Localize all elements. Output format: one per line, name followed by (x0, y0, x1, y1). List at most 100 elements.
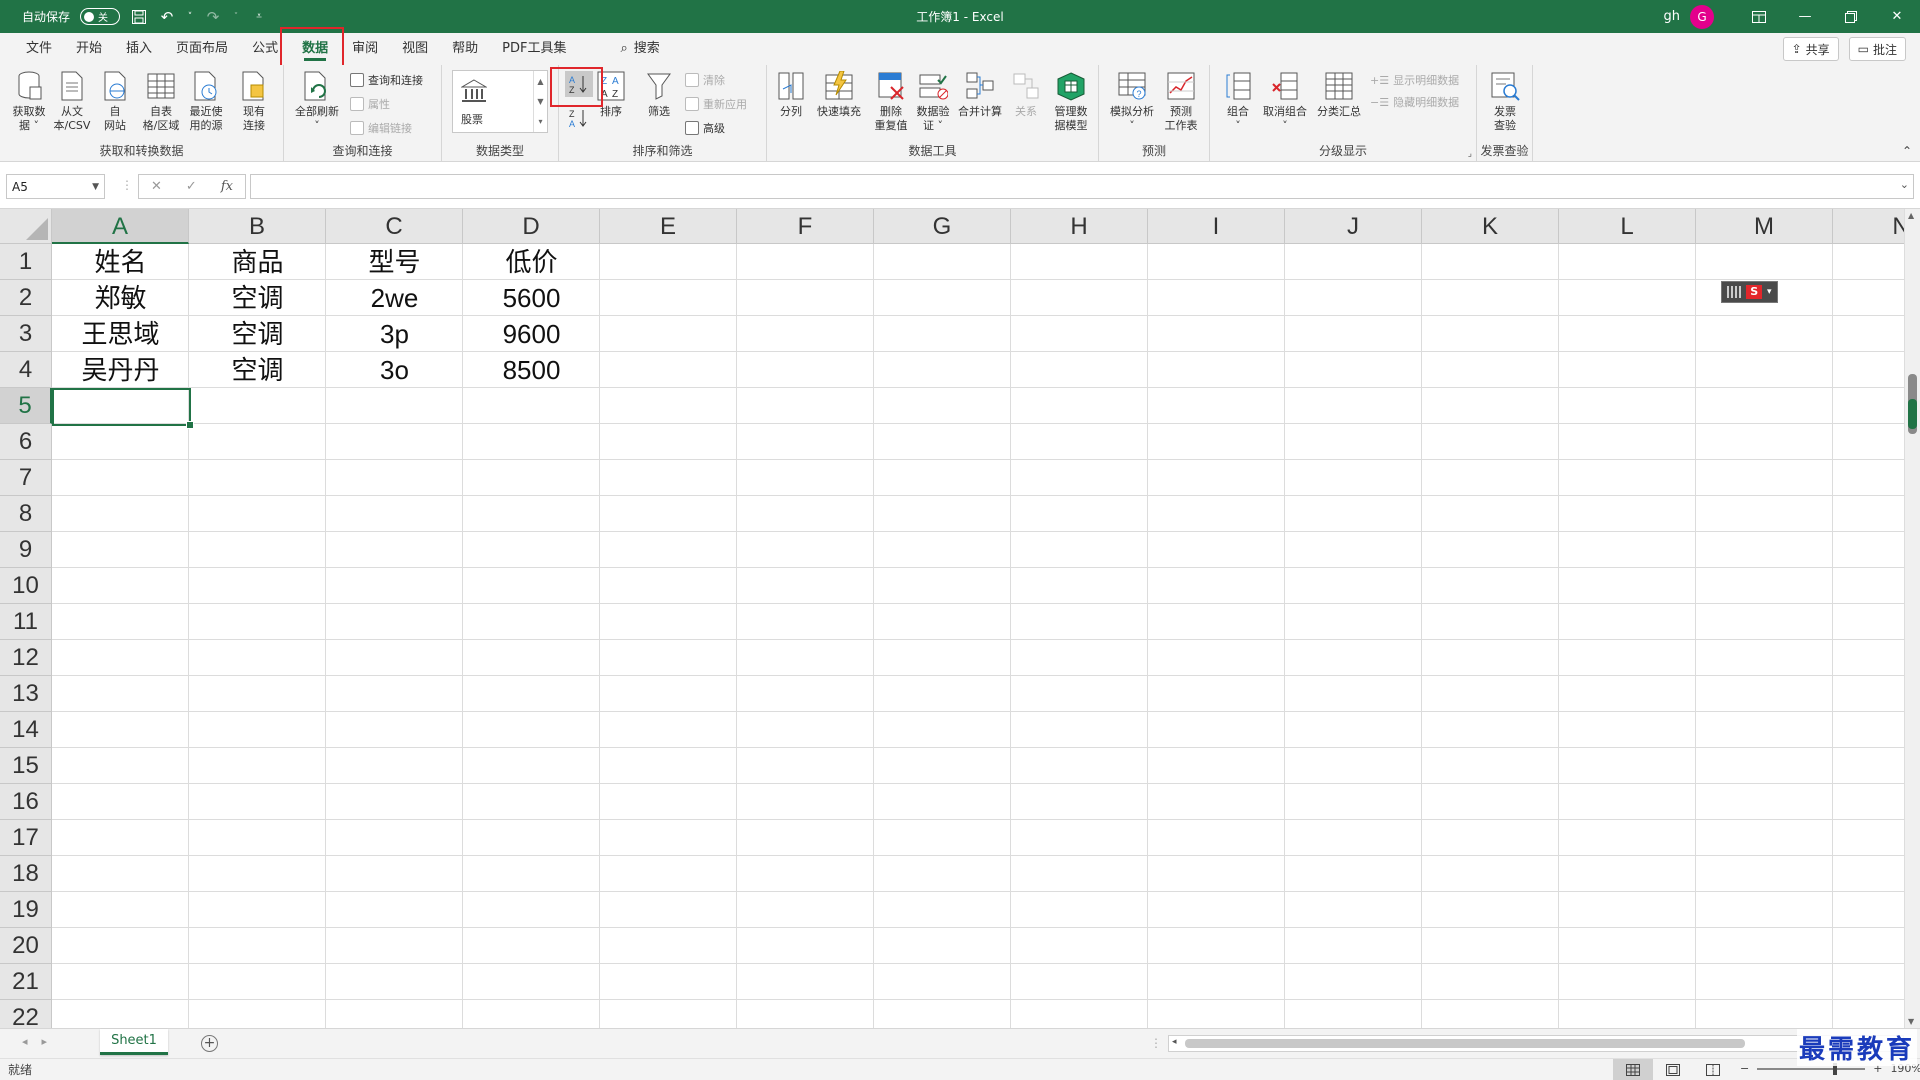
row-header-13[interactable]: 13 (0, 676, 52, 712)
sheet-tab-sheet1[interactable]: Sheet1 (100, 1029, 168, 1055)
row-header-12[interactable]: 12 (0, 640, 52, 676)
clear-filter-button[interactable]: 清除 (685, 71, 725, 89)
tell-me-search[interactable]: ⌕ 搜索 (608, 33, 671, 65)
column-header-h[interactable]: H (1011, 209, 1148, 244)
comments-button[interactable]: ▭ 批注 (1848, 37, 1906, 61)
column-header-m[interactable]: M (1696, 209, 1833, 244)
expand-formula-bar-icon[interactable]: ⌄ (1900, 178, 1909, 191)
queries-connections-button[interactable]: 查询和连接 (350, 71, 423, 89)
row-header-8[interactable]: 8 (0, 496, 52, 532)
row-header-10[interactable]: 10 (0, 568, 52, 604)
cell-b1[interactable]: 商品 (189, 244, 326, 280)
worksheet-grid[interactable]: ABCDEFGHIJKLMN 1 2 3 4 5 6 7 8 9 10 11 12 13 14 15 16 17… (0, 209, 1904, 1028)
undo-icon[interactable]: ↶ (158, 8, 176, 26)
sort-descending-button[interactable]: ZA (565, 105, 593, 131)
row-header-21[interactable]: 21 (0, 964, 52, 1000)
ungroup-button[interactable]: 取消组合 ˅ (1260, 69, 1310, 133)
relationships-button[interactable]: 关系 (1010, 69, 1042, 119)
hide-detail-button[interactable]: −☰ 隐藏明细数据 (1370, 93, 1459, 111)
row-header-18[interactable]: 18 (0, 856, 52, 892)
select-all-button[interactable] (0, 209, 52, 244)
cell-d4[interactable]: 8500 (463, 352, 600, 388)
existing-connections-button[interactable]: 现有 连接 (236, 69, 272, 133)
row-header-19[interactable]: 19 (0, 892, 52, 928)
cell-d3[interactable]: 9600 (463, 316, 600, 352)
page-break-preview-icon[interactable] (1693, 1059, 1733, 1080)
cell-a4[interactable]: 吴丹丹 (52, 352, 189, 388)
properties-button[interactable]: 属性 (350, 95, 390, 113)
tab-help[interactable]: 帮助 (440, 33, 490, 65)
row-header-17[interactable]: 17 (0, 820, 52, 856)
autosave-toggle[interactable]: 关 (80, 8, 121, 25)
next-sheet-icon[interactable]: ▸ (42, 1035, 48, 1048)
tab-file[interactable]: 文件 (14, 33, 64, 65)
row-header-20[interactable]: 20 (0, 928, 52, 964)
row-header-6[interactable]: 6 (0, 424, 52, 460)
cell-b2[interactable]: 空调 (189, 280, 326, 316)
chevron-up-icon[interactable]: ▲ (537, 77, 543, 86)
row-header-3[interactable]: 3 (0, 316, 52, 352)
what-if-analysis-button[interactable]: ? 模拟分析 ˅ (1107, 69, 1157, 133)
column-header-f[interactable]: F (737, 209, 874, 244)
column-header-l[interactable]: L (1559, 209, 1696, 244)
column-header-a[interactable]: A (52, 209, 189, 244)
scroll-left-icon[interactable]: ◂ (1172, 1037, 1177, 1047)
add-sheet-icon[interactable]: + (201, 1035, 218, 1052)
save-icon[interactable] (130, 8, 148, 26)
column-header-g[interactable]: G (874, 209, 1011, 244)
floating-input-toolbar[interactable]: S ▾ (1721, 281, 1778, 303)
from-web-button[interactable]: 自 网站 (97, 69, 133, 133)
row-header-5[interactable]: 5 (0, 388, 52, 424)
row-header-2[interactable]: 2 (0, 280, 52, 316)
row-header-16[interactable]: 16 (0, 784, 52, 820)
scroll-down-icon[interactable]: ▼ (1908, 1017, 1914, 1026)
tab-review[interactable]: 审阅 (340, 33, 390, 65)
insert-function-icon[interactable]: fx (221, 179, 233, 194)
redo-dropdown-icon[interactable]: ˅ (232, 8, 240, 26)
row-header-14[interactable]: 14 (0, 712, 52, 748)
minimize-button[interactable]: — (1782, 0, 1828, 33)
data-type-gallery[interactable]: 股票 ▲ ▼ ▾ (452, 70, 548, 133)
cancel-entry-icon[interactable]: ✕ (151, 179, 162, 194)
column-header-e[interactable]: E (600, 209, 737, 244)
column-header-d[interactable]: D (463, 209, 600, 244)
gallery-more-icon[interactable]: ▾ (538, 117, 542, 126)
row-header-15[interactable]: 15 (0, 748, 52, 784)
refresh-all-button[interactable]: 全部刷新 ˅ (292, 69, 342, 133)
cell-a1[interactable]: 姓名 (52, 244, 189, 280)
tab-view[interactable]: 视图 (390, 33, 440, 65)
tab-split-grip-icon[interactable]: ⋮ (1150, 1036, 1162, 1050)
flash-fill-button[interactable]: 快速填充 (815, 69, 863, 119)
active-cell-a5[interactable] (52, 388, 194, 429)
recent-sources-button[interactable]: 最近使 用的源 (183, 69, 229, 133)
cell-d2[interactable]: 5600 (463, 280, 600, 316)
gallery-scroller[interactable]: ▲ ▼ ▾ (533, 71, 547, 132)
normal-view-icon[interactable] (1613, 1059, 1653, 1080)
scroll-up-icon[interactable]: ▲ (1908, 211, 1914, 220)
cell-b3[interactable]: 空调 (189, 316, 326, 352)
row-header-4[interactable]: 4 (0, 352, 52, 388)
horizontal-scrollbar[interactable]: ◂ (1168, 1035, 1904, 1052)
restore-button[interactable] (1828, 0, 1874, 33)
undo-dropdown-icon[interactable]: ˅ (186, 8, 194, 26)
customize-toolbar-icon[interactable]: ⩡ (250, 8, 268, 26)
column-header-n[interactable]: N (1833, 209, 1904, 244)
from-text-csv-button[interactable]: 从文 本/CSV (52, 69, 92, 133)
previous-sheet-icon[interactable]: ◂ (22, 1035, 28, 1048)
row-header-9[interactable]: 9 (0, 532, 52, 568)
page-layout-view-icon[interactable] (1653, 1059, 1693, 1080)
get-data-button[interactable]: 获取数 据 ˅ (8, 69, 50, 133)
forecast-sheet-button[interactable]: 预测 工作表 (1159, 69, 1203, 133)
row-header-11[interactable]: 11 (0, 604, 52, 640)
chevron-down-icon[interactable]: ▼ (537, 97, 543, 106)
invoice-check-button[interactable]: 发票 查验 (1485, 69, 1525, 133)
name-box[interactable]: A5 ▼ (6, 174, 105, 199)
close-button[interactable]: ✕ (1874, 0, 1920, 33)
manage-data-model-button[interactable]: 管理数 据模型 (1049, 69, 1093, 133)
filter-button[interactable]: 筛选 (643, 69, 675, 119)
tab-insert[interactable]: 插入 (114, 33, 164, 65)
tab-page-layout[interactable]: 页面布局 (164, 33, 240, 65)
column-header-i[interactable]: I (1148, 209, 1285, 244)
cell-d1[interactable]: 低价 (463, 244, 600, 280)
tab-pdf-tools[interactable]: PDF工具集 (490, 33, 578, 65)
